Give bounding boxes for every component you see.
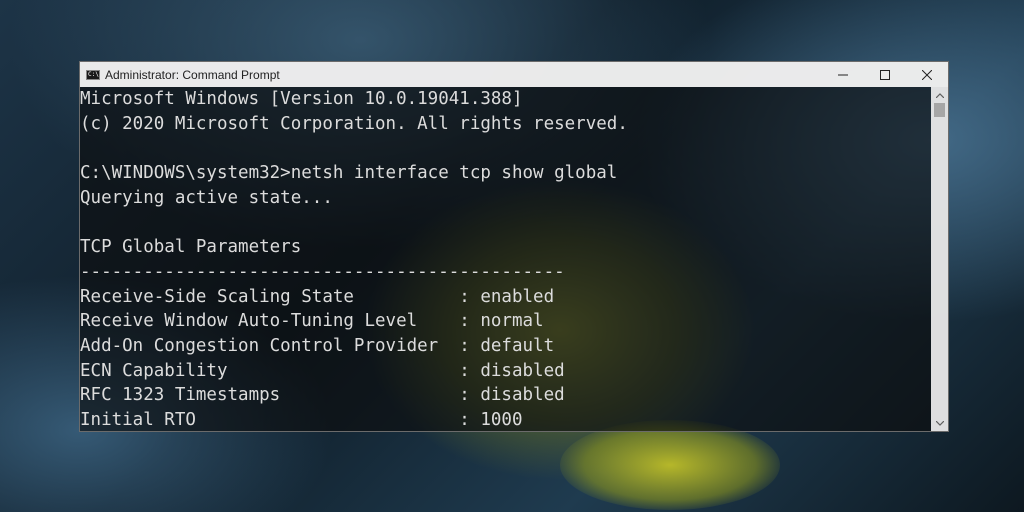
window-title: Administrator: Command Prompt	[105, 67, 280, 82]
maximize-icon	[880, 69, 890, 80]
close-button[interactable]	[906, 62, 948, 87]
minimize-icon	[838, 74, 848, 75]
close-icon	[922, 69, 932, 80]
console-line: Querying active state...	[80, 187, 333, 208]
scroll-down-button[interactable]	[931, 415, 948, 431]
minimize-button[interactable]	[822, 62, 864, 87]
console-line: ----------------------------------------…	[80, 261, 565, 282]
title-bar[interactable]: C:\ Administrator: Command Prompt	[80, 62, 948, 87]
vertical-scrollbar[interactable]	[931, 87, 948, 431]
background-leaf	[560, 420, 780, 510]
console-line: RFC 1323 Timestamps : disabled	[80, 385, 565, 406]
window-controls	[822, 62, 948, 87]
console-line: (c) 2020 Microsoft Corporation. All righ…	[80, 113, 628, 134]
console-line: ECN Capability : disabled	[80, 360, 565, 381]
console-line: Receive Window Auto-Tuning Level : norma…	[80, 311, 544, 332]
console-line: TCP Global Parameters	[80, 237, 302, 258]
scrollbar-thumb[interactable]	[934, 103, 945, 117]
scroll-up-button[interactable]	[931, 87, 948, 103]
console-line: Microsoft Windows [Version 10.0.19041.38…	[80, 89, 523, 109]
maximize-button[interactable]	[864, 62, 906, 87]
chevron-up-icon	[935, 92, 944, 98]
console-line: C:\WINDOWS\system32>netsh interface tcp …	[80, 163, 618, 184]
console-line: Initial RTO : 1000	[80, 409, 523, 430]
command-prompt-window[interactable]: C:\ Administrator: Command Prompt Micros…	[79, 61, 949, 432]
console-output[interactable]: Microsoft Windows [Version 10.0.19041.38…	[80, 87, 932, 431]
console-line: Receive-Side Scaling State : enabled	[80, 286, 555, 307]
command-prompt-icon[interactable]: C:\	[86, 69, 100, 80]
chevron-down-icon	[935, 420, 944, 426]
console-line: Add-On Congestion Control Provider : def…	[80, 335, 555, 356]
